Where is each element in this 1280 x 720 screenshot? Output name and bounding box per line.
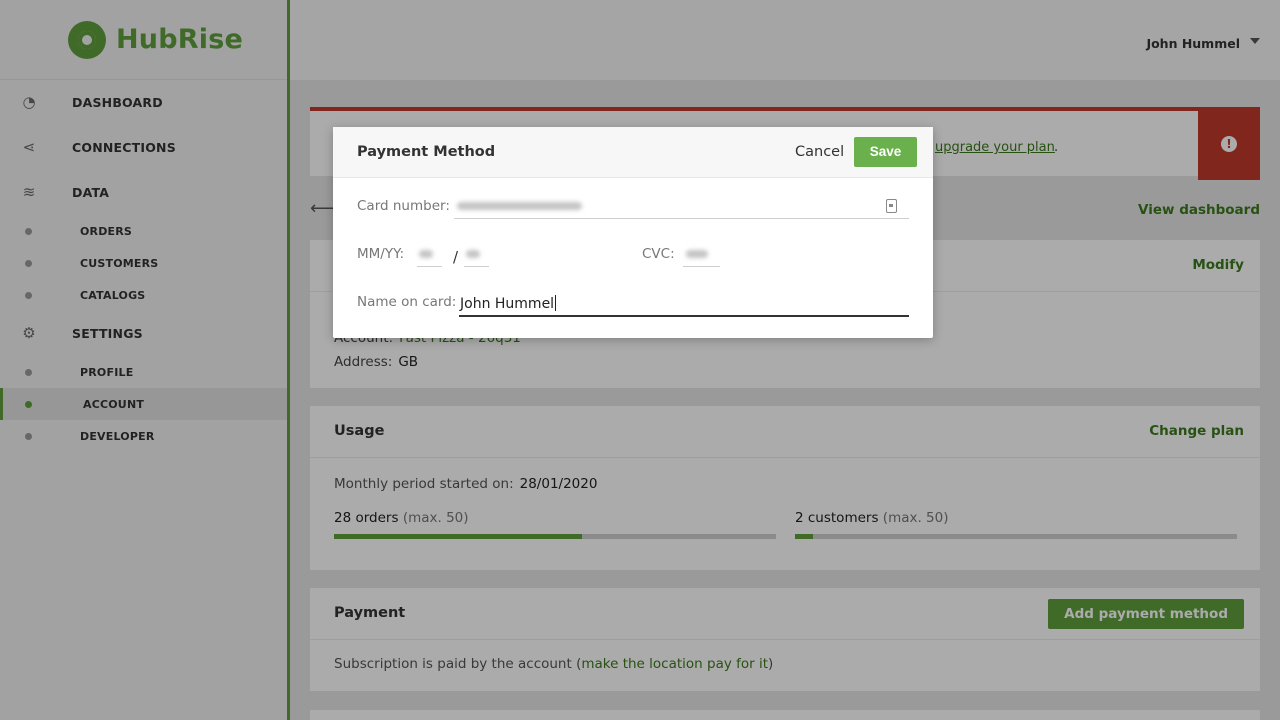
expiry-label: MM/YY: <box>357 246 405 262</box>
expiry-month-value <box>419 250 433 258</box>
card-number-value <box>457 202 582 210</box>
modal-header: Payment Method Cancel Save <box>333 127 933 178</box>
payment-method-modal: Payment Method Cancel Save Card number: … <box>333 127 933 338</box>
cvc-value <box>686 250 708 258</box>
contact-card-icon <box>886 199 897 213</box>
card-number-input[interactable] <box>454 218 909 219</box>
expiry-separator: / <box>453 248 459 266</box>
expiry-month-input[interactable] <box>417 266 442 267</box>
expiry-year-input[interactable] <box>464 266 489 267</box>
name-on-card-label: Name on card: <box>357 294 457 310</box>
cvc-label: CVC: <box>642 246 675 262</box>
modal-title: Payment Method <box>357 144 496 160</box>
text-cursor <box>555 295 557 311</box>
name-on-card-value: John Hummel <box>460 296 555 312</box>
expiry-year-value <box>466 250 480 258</box>
modal-backdrop[interactable] <box>0 0 1280 720</box>
name-on-card-underline <box>459 315 909 317</box>
cvc-input[interactable] <box>683 266 720 267</box>
save-button[interactable]: Save <box>854 137 917 167</box>
name-on-card-input[interactable]: John Hummel <box>460 295 557 312</box>
cancel-button[interactable]: Cancel <box>795 144 844 160</box>
card-number-label: Card number: <box>357 198 450 214</box>
